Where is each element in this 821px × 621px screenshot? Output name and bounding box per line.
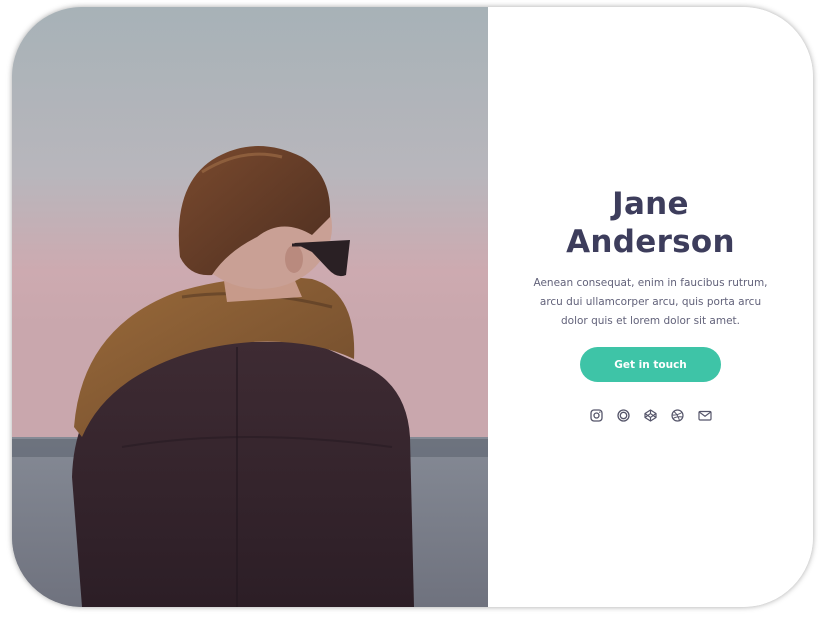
profile-first-name: Jane: [612, 186, 689, 222]
mail-link[interactable]: [697, 408, 712, 422]
profile-name: Jane Anderson: [488, 185, 813, 261]
instagram-link[interactable]: [590, 408, 604, 422]
get-in-touch-button[interactable]: Get in touch: [580, 347, 721, 382]
circle-link[interactable]: [617, 408, 631, 422]
dribbble-link[interactable]: [671, 408, 685, 422]
profile-card: Jane Anderson Aenean consequat, enim in …: [12, 7, 813, 607]
profile-last-name: Anderson: [566, 224, 735, 260]
circle-icon: [617, 408, 630, 422]
codepen-icon: [644, 408, 657, 422]
profile-photo: [12, 7, 488, 607]
social-links: [488, 408, 813, 422]
dribbble-icon: [671, 408, 684, 422]
profile-bio: Aenean consequat, enim in faucibus rutru…: [533, 277, 768, 327]
profile-panel: Jane Anderson Aenean consequat, enim in …: [488, 7, 813, 607]
instagram-icon: [590, 408, 603, 422]
mail-icon: [697, 410, 712, 421]
codepen-link[interactable]: [644, 408, 658, 422]
portrait-image: [12, 7, 488, 607]
